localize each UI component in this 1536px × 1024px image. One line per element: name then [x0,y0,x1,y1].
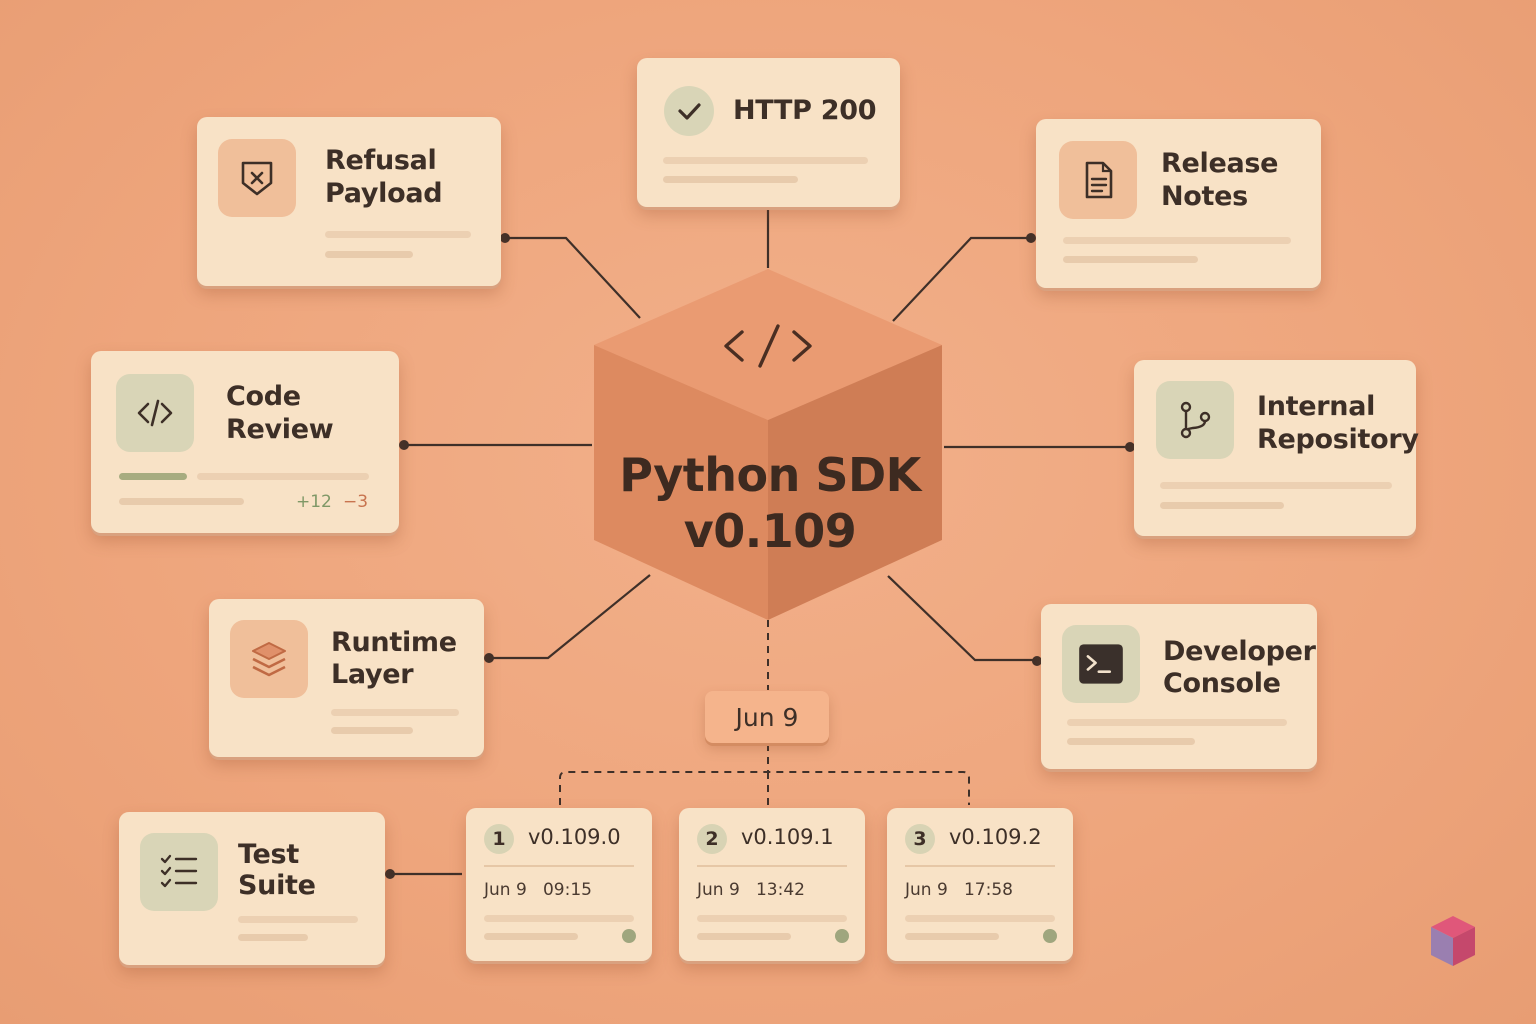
developer-console-card[interactable]: Developer Console [1041,604,1317,769]
internal-repository-title-line2: Repository [1257,424,1419,455]
additions-count: +12 [296,492,332,512]
http-status-title: HTTP 200 [733,95,877,126]
connector-release [892,236,1031,322]
placeholder-bar [325,231,471,238]
connector-date-versions [559,744,970,805]
version-timestamp: Jun 9 09:15 [484,880,592,900]
release-notes-title-line2: Notes [1161,181,1248,212]
release-date-pill: Jun 9 [705,691,829,743]
placeholder-bar [484,933,578,940]
connector-refusal [505,236,641,319]
placeholder-bar [905,933,999,940]
check-icon [664,86,714,136]
deletions-count: −3 [343,492,369,512]
version-number-badge: 2 [697,824,727,854]
version-timestamp: Jun 9 13:42 [697,880,805,900]
progress-bar-fill [119,473,187,480]
placeholder-bar [331,709,459,716]
placeholder-bar [1067,738,1195,745]
code-review-title-line2: Review [226,414,334,445]
status-dot [622,929,636,943]
placeholder-bar [663,157,868,164]
placeholder-bar [1160,482,1392,489]
divider [697,865,847,867]
placeholder-bar [697,915,847,922]
divider [905,865,1055,867]
code-review-card[interactable]: Code Review +12 −3 [91,351,399,533]
placeholder-bar [484,915,634,922]
refusal-payload-title-line1: Refusal [325,145,437,176]
placeholder-bar [905,915,1055,922]
release-notes-title-line1: Release [1161,148,1279,179]
placeholder-bar [325,251,413,258]
placeholder-bar [331,727,413,734]
placeholder-bar [1067,719,1287,726]
runtime-layer-card[interactable]: Runtime Layer [209,599,484,757]
status-dot [835,929,849,943]
refusal-payload-card[interactable]: Refusal Payload [197,117,501,286]
shield-x-icon [218,139,296,217]
document-icon [1059,141,1137,219]
code-review-title-line1: Code [226,381,301,412]
developer-console-title-line1: Developer [1163,636,1316,667]
version-number-badge: 1 [484,824,514,854]
layers-icon [230,620,308,698]
sdk-version: v0.109 [683,504,857,558]
placeholder-bar [1063,237,1291,244]
placeholder-bar [197,473,369,480]
placeholder-bar [697,933,791,940]
internal-repository-title-line1: Internal [1257,391,1376,422]
test-suite-title-line1: Test [238,839,299,870]
version-card[interactable]: 2 v0.109.1 Jun 9 13:42 [679,808,865,961]
connector-runtime [489,574,651,660]
version-number-badge: 3 [905,824,935,854]
terminal-icon [1062,625,1140,703]
placeholder-bar [238,916,358,923]
version-card[interactable]: 1 v0.109.0 Jun 9 09:15 [466,808,652,961]
placeholder-bar [1063,256,1198,263]
code-icon [116,374,194,452]
placeholder-bar [663,176,798,183]
http-status-card[interactable]: HTTP 200 [637,58,900,207]
version-timestamp: Jun 9 17:58 [905,880,1013,900]
git-branch-icon [1156,381,1234,459]
placeholder-bar [238,934,308,941]
placeholder-bar [119,498,244,505]
version-label: v0.109.2 [949,825,1042,849]
test-suite-title-line2: Suite [238,870,316,901]
version-label: v0.109.0 [528,825,621,849]
developer-console-title-line2: Console [1163,668,1281,699]
placeholder-bar [1160,502,1284,509]
sdk-title: Python SDK [619,448,921,502]
runtime-layer-title-line1: Runtime [331,627,457,658]
refusal-payload-title-line2: Payload [325,178,443,209]
version-card[interactable]: 3 v0.109.2 Jun 9 17:58 [887,808,1073,961]
status-dot [1043,929,1057,943]
version-label: v0.109.1 [741,825,834,849]
release-notes-card[interactable]: Release Notes [1036,119,1321,288]
connector-console [887,575,1037,662]
brand-logo-icon [1431,916,1475,966]
internal-repository-card[interactable]: Internal Repository [1134,360,1419,536]
checklist-icon [140,833,218,911]
runtime-layer-title-line2: Layer [331,659,414,690]
divider [484,865,634,867]
test-suite-card[interactable]: Test Suite [119,812,385,965]
